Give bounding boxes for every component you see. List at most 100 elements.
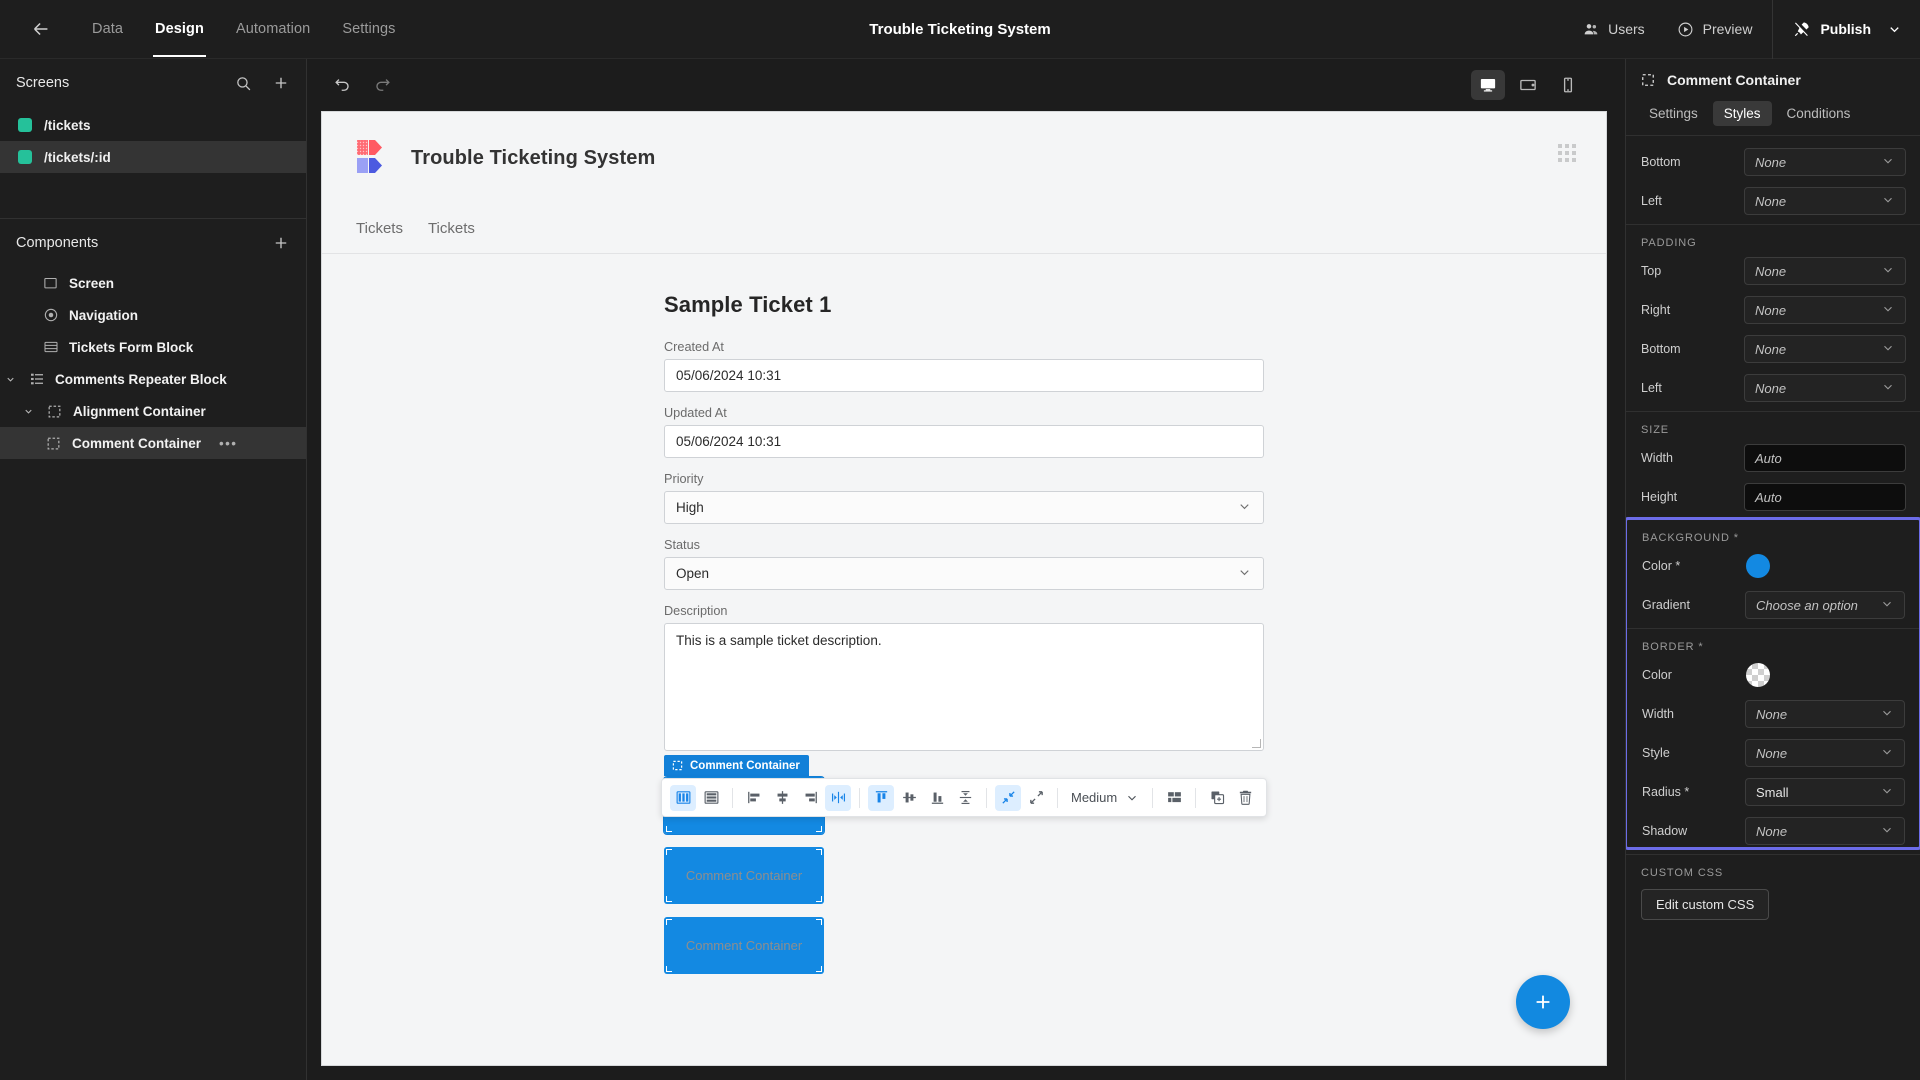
margin-bottom-select[interactable]: None bbox=[1744, 148, 1906, 176]
preview-tab-tickets-2[interactable]: Tickets bbox=[428, 220, 475, 237]
status-select[interactable]: Open bbox=[664, 557, 1264, 590]
component-item-tickets-form-block[interactable]: Tickets Form Block bbox=[0, 331, 306, 363]
padding-left-select[interactable]: None bbox=[1744, 374, 1906, 402]
selected-component-tag: Comment Container bbox=[664, 755, 809, 776]
border-radius-row: Radius * Small bbox=[1627, 776, 1919, 808]
resize-handle-bottom-left[interactable] bbox=[666, 826, 672, 832]
preview-button[interactable]: Preview bbox=[1661, 0, 1769, 59]
chevron-down-icon[interactable] bbox=[1887, 22, 1902, 37]
edit-custom-css-button[interactable]: Edit custom CSS bbox=[1641, 889, 1770, 920]
chevron-down-icon bbox=[1128, 795, 1137, 801]
height-input[interactable]: Auto bbox=[1744, 483, 1906, 511]
size-select[interactable]: Medium bbox=[1065, 785, 1145, 811]
users-button[interactable]: Users bbox=[1567, 0, 1661, 59]
updated-at-input[interactable]: 05/06/2024 10:31 bbox=[664, 425, 1264, 458]
distribute-vertical-button[interactable] bbox=[952, 785, 978, 811]
resize-handle-icon[interactable] bbox=[1252, 739, 1261, 748]
field-description: Description This is a sample ticket desc… bbox=[664, 604, 1264, 751]
device-desktop-button[interactable] bbox=[1471, 70, 1505, 100]
gradient-select[interactable]: Choose an option bbox=[1745, 591, 1905, 619]
distribute-horizontal-button[interactable] bbox=[825, 784, 851, 811]
margin-bottom-row: Bottom None bbox=[1626, 146, 1920, 178]
padding-top-select[interactable]: None bbox=[1744, 257, 1906, 285]
value: None bbox=[1755, 154, 1787, 170]
redo-button[interactable] bbox=[369, 72, 395, 98]
field-label: Created At bbox=[664, 340, 724, 354]
resize-handle-bottom-left[interactable] bbox=[666, 966, 672, 972]
grid-layout-button[interactable] bbox=[1161, 785, 1187, 811]
component-item-comments-repeater-block[interactable]: Comments Repeater Block bbox=[0, 363, 306, 395]
chevron-down-icon bbox=[1880, 823, 1894, 840]
padding-bottom-select[interactable]: None bbox=[1744, 335, 1906, 363]
screen-label: /tickets/:id bbox=[44, 149, 111, 165]
component-more-button[interactable]: ••• bbox=[219, 436, 237, 451]
description-value: This is a sample ticket description. bbox=[676, 633, 882, 648]
delete-button[interactable] bbox=[1232, 785, 1258, 811]
component-item-comment-container[interactable]: Comment Container ••• bbox=[0, 427, 306, 459]
resize-handle-bottom-left[interactable] bbox=[666, 896, 672, 902]
row-label: Width bbox=[1641, 451, 1673, 465]
border-style-select[interactable]: None bbox=[1745, 739, 1905, 767]
created-at-input[interactable]: 05/06/2024 10:31 bbox=[664, 359, 1264, 392]
align-left-button[interactable] bbox=[741, 785, 767, 811]
chevron-down-icon[interactable] bbox=[20, 406, 36, 417]
top-nav-settings[interactable]: Settings bbox=[326, 13, 411, 45]
border-width-select[interactable]: None bbox=[1745, 700, 1905, 728]
add-screen-button[interactable] bbox=[272, 74, 290, 92]
description-textarea[interactable]: This is a sample ticket description. bbox=[664, 623, 1264, 751]
add-component-fab[interactable] bbox=[1516, 975, 1570, 1029]
border-radius-select[interactable]: Small bbox=[1745, 778, 1905, 806]
duplicate-button[interactable] bbox=[1204, 785, 1230, 811]
component-item-alignment-container[interactable]: Alignment Container bbox=[0, 395, 306, 427]
tab-conditions[interactable]: Conditions bbox=[1776, 101, 1862, 126]
search-screens-button[interactable] bbox=[235, 75, 252, 92]
align-right-button[interactable] bbox=[797, 785, 823, 811]
top-nav-data[interactable]: Data bbox=[76, 13, 139, 45]
tab-settings[interactable]: Settings bbox=[1638, 101, 1709, 126]
device-mobile-button[interactable] bbox=[1551, 70, 1585, 100]
collapse-size-button[interactable] bbox=[995, 784, 1021, 811]
align-left-icon bbox=[747, 791, 759, 804]
publish-button[interactable]: Publish bbox=[1777, 0, 1887, 59]
resize-handle-top-right[interactable] bbox=[816, 919, 822, 925]
resize-handle-bottom-right[interactable] bbox=[816, 826, 822, 832]
layout-columns-button[interactable] bbox=[670, 784, 696, 811]
align-bottom-button[interactable] bbox=[924, 785, 950, 811]
top-nav-automation[interactable]: Automation bbox=[220, 13, 326, 45]
tab-styles[interactable]: Styles bbox=[1712, 101, 1772, 126]
add-component-button[interactable] bbox=[272, 234, 290, 252]
resize-handle-top-left[interactable] bbox=[666, 849, 672, 855]
align-center-horizontal-button[interactable] bbox=[769, 785, 795, 811]
screen-item-tickets-id[interactable]: /tickets/:id bbox=[0, 141, 306, 173]
top-nav-design[interactable]: Design bbox=[139, 13, 220, 57]
right-panel: Comment Container Settings Styles Condit… bbox=[1625, 59, 1920, 1080]
chevron-down-icon[interactable] bbox=[2, 374, 18, 385]
plus-icon bbox=[1536, 995, 1550, 1009]
back-button[interactable] bbox=[14, 0, 68, 59]
resize-handle-top-left[interactable] bbox=[666, 919, 672, 925]
width-input[interactable]: Auto bbox=[1744, 444, 1906, 472]
drag-handle-grip[interactable] bbox=[1558, 144, 1576, 162]
expand-size-button[interactable] bbox=[1023, 785, 1049, 811]
resize-handle-bottom-right[interactable] bbox=[816, 896, 822, 902]
align-top-button[interactable] bbox=[868, 784, 894, 811]
device-tablet-button[interactable] bbox=[1511, 70, 1545, 100]
priority-select[interactable]: High bbox=[664, 491, 1264, 524]
margin-left-select[interactable]: None bbox=[1744, 187, 1906, 215]
form-block-icon bbox=[41, 338, 60, 357]
background-color-swatch[interactable] bbox=[1746, 554, 1770, 578]
border-shadow-select[interactable]: None bbox=[1745, 817, 1905, 845]
padding-right-select[interactable]: None bbox=[1744, 296, 1906, 324]
resize-handle-top-right[interactable] bbox=[816, 849, 822, 855]
layout-rows-button[interactable] bbox=[698, 785, 724, 811]
undo-button[interactable] bbox=[329, 72, 355, 98]
resize-handle-bottom-right[interactable] bbox=[816, 966, 822, 972]
comment-container-block-2[interactable]: Comment Container bbox=[664, 847, 824, 904]
comment-container-block-3[interactable]: Comment Container bbox=[664, 917, 824, 974]
component-item-screen[interactable]: Screen bbox=[0, 267, 306, 299]
screen-item-tickets[interactable]: /tickets bbox=[0, 109, 306, 141]
component-item-navigation[interactable]: Navigation bbox=[0, 299, 306, 331]
preview-tab-tickets-1[interactable]: Tickets bbox=[356, 220, 403, 237]
border-color-swatch[interactable] bbox=[1746, 663, 1770, 687]
align-middle-button[interactable] bbox=[896, 785, 922, 811]
